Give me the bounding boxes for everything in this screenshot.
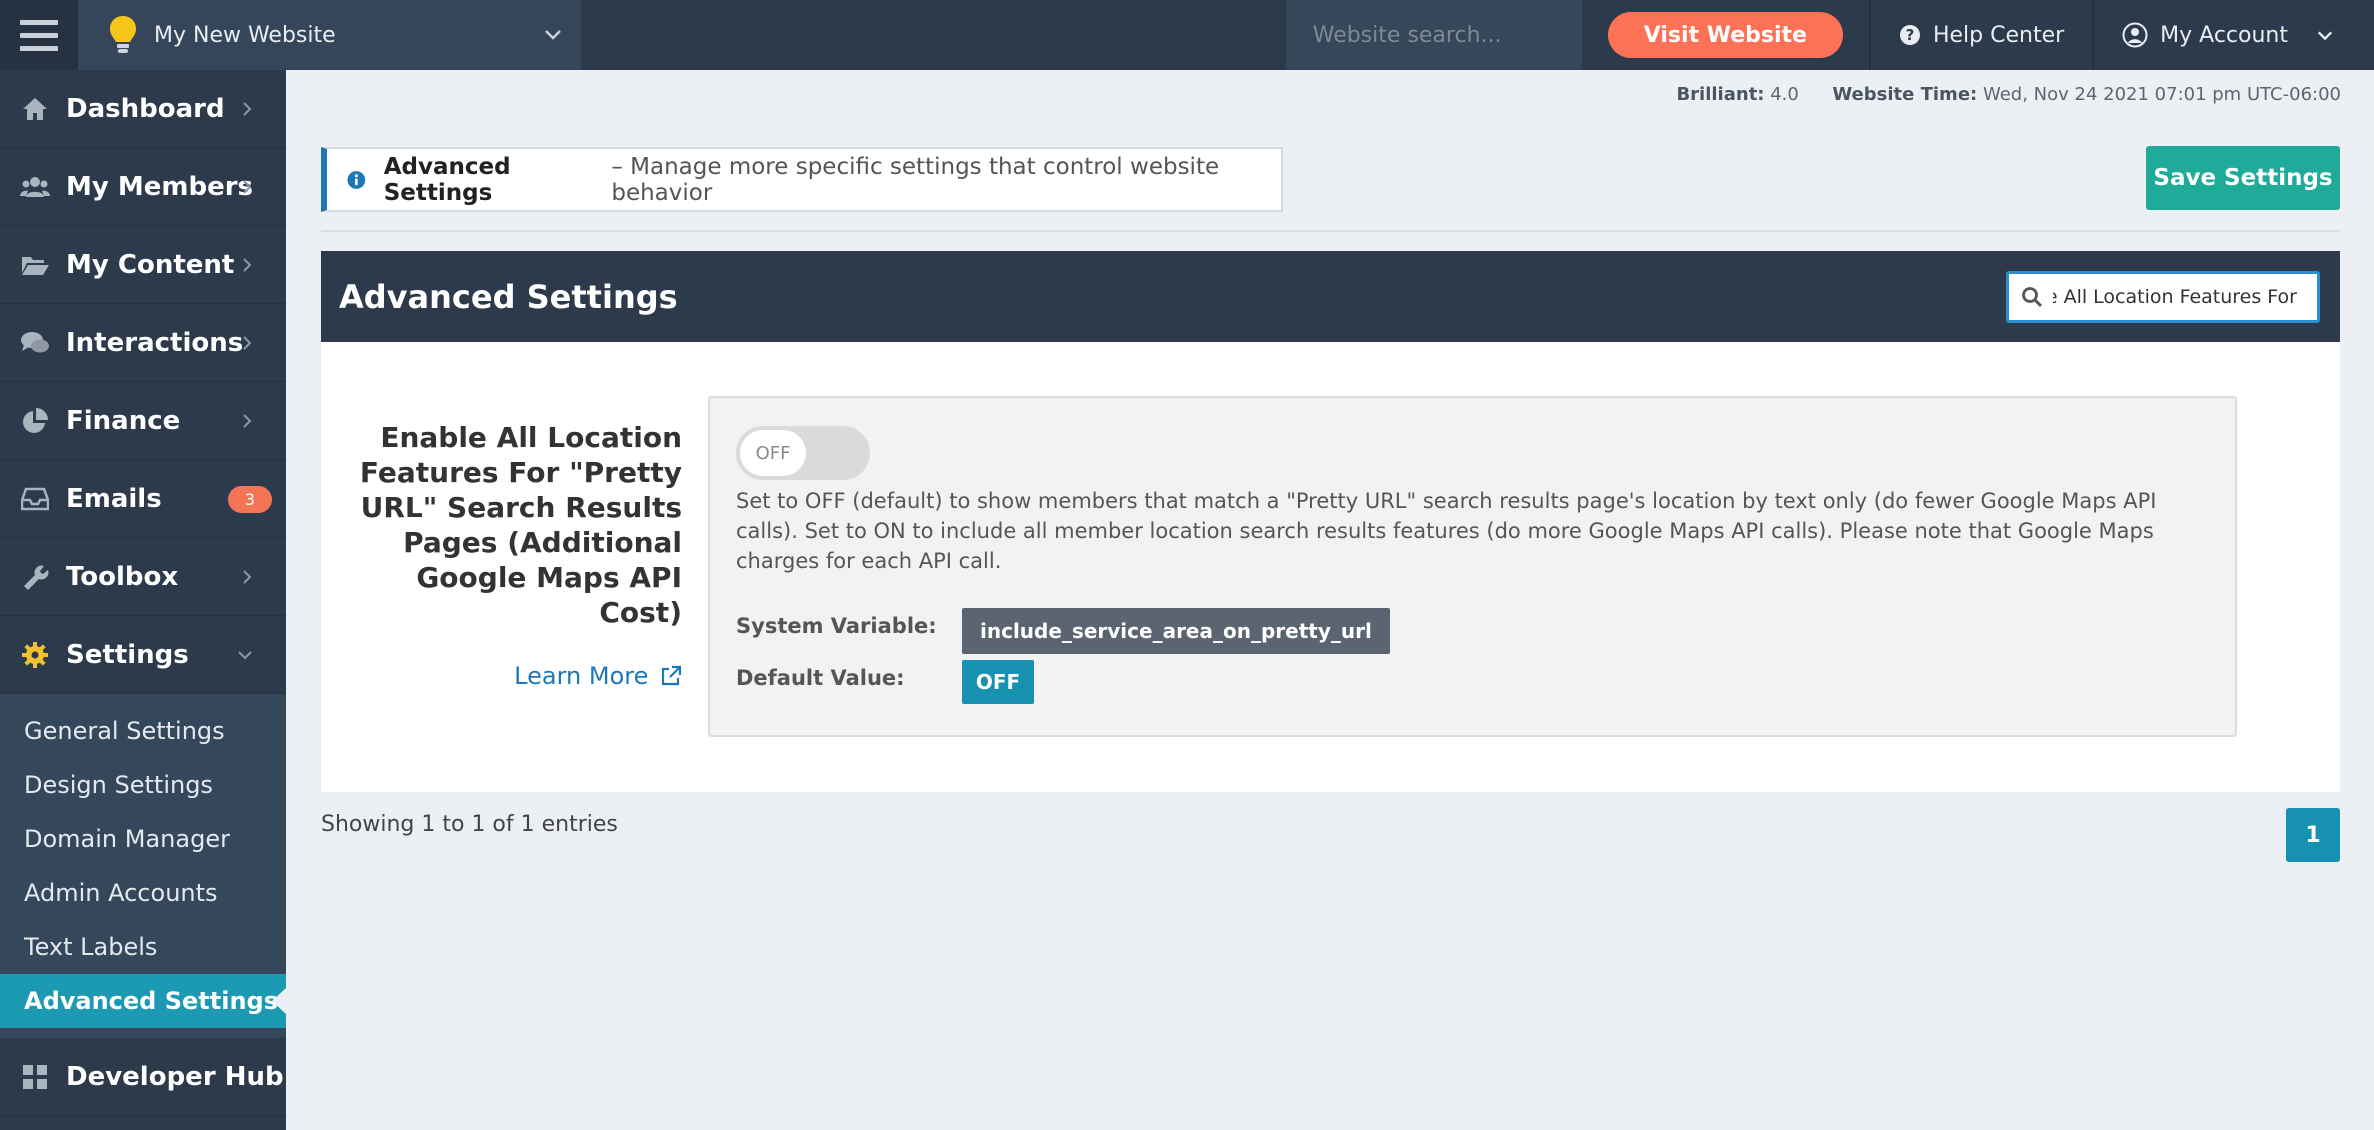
sidebar-item-label: Dashboard xyxy=(66,93,225,124)
visit-website-button[interactable]: Visit Website xyxy=(1607,12,1843,58)
site-meta: Brilliant: 4.0 Website Time: Wed, Nov 24… xyxy=(1676,84,2341,105)
page-description: – Manage more specific settings that con… xyxy=(611,153,1220,206)
sidebar-item-finance[interactable]: Finance xyxy=(0,382,286,460)
sidebar-item-label: Emails xyxy=(66,483,162,514)
pagination-page-1[interactable]: 1 xyxy=(2286,808,2340,862)
external-link-icon xyxy=(661,665,682,686)
page-title: Advanced Settings xyxy=(383,153,511,206)
sidebar-item-label: Finance xyxy=(66,405,181,436)
system-variable-value: include_service_area_on_pretty_url xyxy=(962,608,1390,654)
page-info-banner: Advanced Settings – Manage more specific… xyxy=(321,147,1283,212)
sidebar-item-label: Developer Hub xyxy=(66,1061,284,1092)
sidebar-item-my-members[interactable]: My Members xyxy=(0,148,286,226)
folder-open-icon xyxy=(20,250,50,280)
submenu-general-settings[interactable]: General Settings xyxy=(0,704,286,758)
header-divider xyxy=(321,230,2340,232)
settings-search-box[interactable] xyxy=(2006,271,2320,323)
wrench-icon xyxy=(20,562,50,592)
sidebar-item-label: My Content xyxy=(66,249,235,280)
chevron-right-icon xyxy=(243,180,252,194)
settings-search-input[interactable] xyxy=(2053,286,2297,308)
user-circle-icon xyxy=(2122,22,2148,48)
chevron-down-icon xyxy=(545,30,561,40)
my-account-menu[interactable]: My Account xyxy=(2092,0,2374,70)
setting-label: Enable All Location Features For "Pretty… xyxy=(359,421,682,629)
gear-icon xyxy=(20,640,50,670)
sidebar: Dashboard My Members My Content Interact… xyxy=(0,70,286,1130)
submenu-design-settings[interactable]: Design Settings xyxy=(0,758,286,812)
inbox-icon xyxy=(20,484,50,514)
pie-chart-icon xyxy=(20,406,50,436)
sidebar-item-my-content[interactable]: My Content xyxy=(0,226,286,304)
sidebar-item-label: My Members xyxy=(66,171,254,202)
chevron-right-icon xyxy=(243,570,252,584)
question-circle-icon: ? xyxy=(1899,25,1920,45)
my-account-label: My Account xyxy=(2160,22,2288,48)
chevron-right-icon xyxy=(243,102,252,116)
default-value-label: Default Value: xyxy=(736,666,905,690)
sidebar-item-settings[interactable]: Settings xyxy=(0,616,286,694)
system-variable-label: System Variable: xyxy=(736,614,937,638)
website-search-input[interactable] xyxy=(1285,0,1582,70)
learn-more-label: Learn More xyxy=(514,662,649,690)
users-icon xyxy=(20,172,50,202)
home-icon xyxy=(20,94,50,124)
entries-count: Showing 1 to 1 of 1 entries xyxy=(321,812,618,837)
setting-toggle-switch[interactable]: OFF xyxy=(736,426,870,480)
brilliant-label: Brilliant: xyxy=(1676,84,1765,105)
info-circle-icon xyxy=(347,170,366,189)
submenu-advanced-settings[interactable]: Advanced Settings xyxy=(0,974,286,1028)
learn-more-link[interactable]: Learn More xyxy=(440,662,682,690)
chevron-down-icon xyxy=(2317,31,2333,41)
website-name: My New Website xyxy=(154,22,336,48)
unread-count-badge: 3 xyxy=(228,486,272,513)
submenu-admin-accounts[interactable]: Admin Accounts xyxy=(0,866,286,920)
settings-submenu: General Settings Design Settings Domain … xyxy=(0,694,286,1038)
brilliant-version: 4.0 xyxy=(1770,84,1799,105)
comments-icon xyxy=(20,328,50,358)
sidebar-item-interactions[interactable]: Interactions xyxy=(0,304,286,382)
website-time-label: Website Time: xyxy=(1832,84,1978,105)
hamburger-icon[interactable] xyxy=(0,0,78,70)
help-center-label: Help Center xyxy=(1932,22,2065,48)
chevron-right-icon xyxy=(243,414,252,428)
default-value-badge: OFF xyxy=(962,660,1034,704)
chevron-right-icon xyxy=(243,258,252,272)
sidebar-item-developer-hub[interactable]: Developer Hub xyxy=(0,1038,286,1116)
toggle-knob: OFF xyxy=(740,430,806,476)
top-bar: My New Website Visit Website ? Help Cent… xyxy=(0,0,2374,70)
website-time-value: Wed, Nov 24 2021 07:01 pm UTC-06:00 xyxy=(1982,84,2341,105)
help-center-link[interactable]: ? Help Center xyxy=(1868,0,2092,70)
chevron-down-icon xyxy=(238,651,252,660)
setting-description: Set to OFF (default) to show members tha… xyxy=(736,489,2157,573)
submenu-text-labels[interactable]: Text Labels xyxy=(0,920,286,974)
sidebar-item-emails[interactable]: Emails 3 xyxy=(0,460,286,538)
panel-title: Advanced Settings xyxy=(339,277,678,316)
search-icon xyxy=(2022,287,2043,308)
chevron-right-icon xyxy=(243,336,252,350)
grid-icon xyxy=(20,1062,50,1092)
svg-text:?: ? xyxy=(1906,26,1915,44)
sidebar-item-label: Settings xyxy=(66,639,189,670)
save-settings-button[interactable]: Save Settings xyxy=(2146,146,2340,210)
lightbulb-icon xyxy=(110,16,136,53)
sidebar-item-dashboard[interactable]: Dashboard xyxy=(0,70,286,148)
setting-detail-box: OFF Set to OFF (default) to show members… xyxy=(708,396,2237,737)
sidebar-item-toolbox[interactable]: Toolbox xyxy=(0,538,286,616)
website-selector[interactable]: My New Website xyxy=(78,0,581,70)
submenu-domain-manager[interactable]: Domain Manager xyxy=(0,812,286,866)
sidebar-item-label: Toolbox xyxy=(66,561,179,592)
sidebar-item-label: Interactions xyxy=(66,327,244,358)
